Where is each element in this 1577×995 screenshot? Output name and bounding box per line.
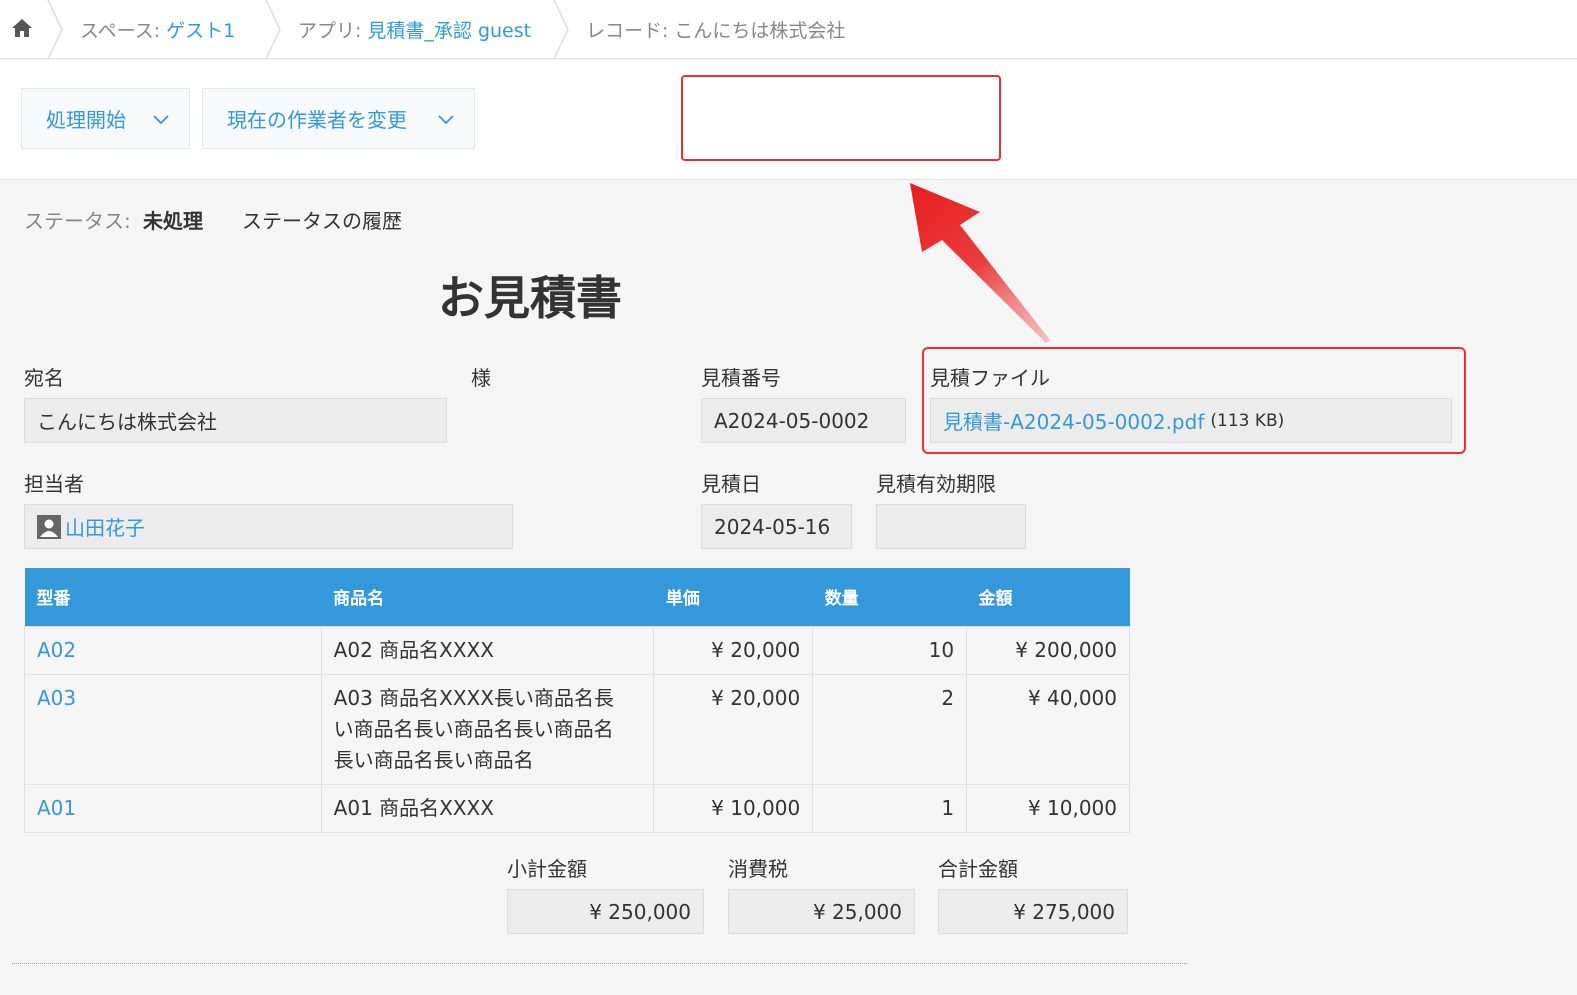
total-field: ¥ 275,000 <box>938 889 1128 934</box>
quote-file-field: 見積書-A2024-05-0002.pdf (113 KB) <box>930 398 1452 443</box>
quote-date-field: 2024-05-16 <box>701 504 852 549</box>
items-table: 型番 商品名 単価 数量 金額 A02 A02 商品名XXXX ¥ 20,000… <box>24 568 1130 833</box>
subtotal-field: ¥ 250,000 <box>507 889 704 934</box>
addressee-field: こんにちは株式会社 <box>24 398 447 443</box>
status-value: 未処理 <box>143 209 203 233</box>
tax-field: ¥ 25,000 <box>728 889 915 934</box>
item-qty: 10 <box>812 625 968 675</box>
table-header-row: 型番 商品名 単価 数量 金額 <box>24 568 1130 626</box>
header-price: 単価 <box>653 568 813 626</box>
expiry-label: 見積有効期限 <box>876 472 996 496</box>
divider <box>12 963 1187 964</box>
table-row: A01 A01 商品名XXXX ¥ 10,000 1 ¥ 10,000 <box>24 783 1130 833</box>
item-code-link[interactable]: A02 <box>37 638 76 662</box>
person-link[interactable]: 山田花子 <box>65 512 145 541</box>
record-title: お見積書 <box>438 271 622 325</box>
item-qty: 2 <box>812 673 968 785</box>
header-name: 商品名 <box>321 568 654 626</box>
table-row: A02 A02 商品名XXXX ¥ 20,000 10 ¥ 200,000 <box>24 625 1130 675</box>
item-price: ¥ 10,000 <box>653 783 814 833</box>
item-amount: ¥ 200,000 <box>966 625 1130 675</box>
addressee-label: 宛名 <box>24 366 64 390</box>
item-qty: 1 <box>812 783 968 833</box>
total-label: 合計金額 <box>938 857 1018 881</box>
quote-date-label: 見積日 <box>701 472 761 496</box>
item-price: ¥ 20,000 <box>653 673 814 785</box>
honorific-label: 様 <box>471 366 491 390</box>
person-field: 山田花子 <box>24 504 513 549</box>
subtotal-label: 小計金額 <box>507 857 587 881</box>
item-amount: ¥ 10,000 <box>966 783 1130 833</box>
item-price: ¥ 20,000 <box>653 625 814 675</box>
person-label: 担当者 <box>24 472 84 496</box>
annotation-arrow-icon <box>910 183 1050 343</box>
quote-file-link[interactable]: 見積書-A2024-05-0002.pdf <box>943 406 1204 435</box>
header-amount: 金額 <box>966 568 1130 626</box>
quote-file-label: 見積ファイル <box>930 366 1050 390</box>
item-amount: ¥ 40,000 <box>966 673 1130 785</box>
item-name: A01 商品名XXXX <box>320 783 655 833</box>
item-name: A02 商品名XXXX <box>320 625 655 675</box>
quote-file-size: (113 KB) <box>1210 410 1285 431</box>
expiry-field <box>876 504 1026 549</box>
header-qty: 数量 <box>812 568 967 626</box>
table-row: A03 A03 商品名XXXX長い商品名長 い商品名長い商品名長い商品名 長い商… <box>24 673 1130 785</box>
quote-number-field: A2024-05-0002 <box>701 398 906 443</box>
quote-number-label: 見積番号 <box>701 366 781 390</box>
header-code: 型番 <box>24 568 322 626</box>
item-code-link[interactable]: A01 <box>37 796 76 820</box>
item-code-link[interactable]: A03 <box>37 686 76 710</box>
user-avatar-icon <box>37 514 61 539</box>
tax-label: 消費税 <box>728 857 788 881</box>
status-history-link[interactable]: ステータスの履歴 <box>242 205 402 234</box>
status-label: ステータス: <box>24 209 131 233</box>
item-name: A03 商品名XXXX長い商品名長 い商品名長い商品名長い商品名 長い商品名長い… <box>320 673 655 785</box>
